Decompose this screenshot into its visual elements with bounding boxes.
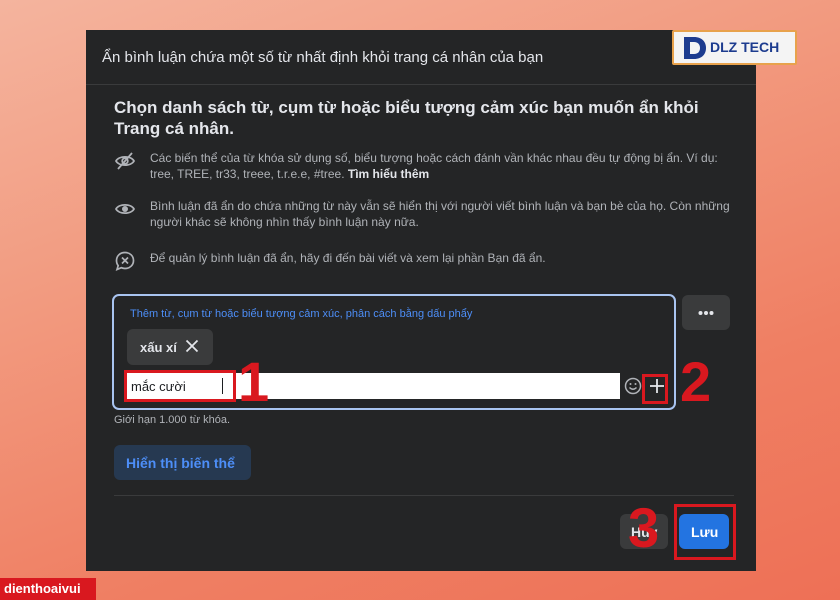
show-variants-button[interactable]: Hiển thị biến thể [114,445,251,480]
emoji-icon[interactable] [624,377,642,395]
dialog-heading: Chọn danh sách từ, cụm từ hoặc biểu tượn… [114,98,699,138]
info-text-variants: Các biến thể của từ khóa sử dụng số, biể… [150,151,718,181]
info-text-visibility: Bình luận đã ẩn do chứa những từ này vẫn… [150,199,730,229]
keyword-chip: xấu xí [127,329,213,365]
step-number-3: 3 [628,496,660,559]
watermark-text: dienthoaivui [4,581,81,596]
learn-more-link[interactable]: Tìm hiểu thêm [348,167,429,181]
eye-icon [114,203,136,215]
close-icon[interactable] [185,339,199,353]
eye-slash-icon [114,152,136,170]
watermark: dienthoaivui [0,578,96,600]
keyword-chip-label: xấu xí [140,340,177,355]
dlz-tech-logo: DLZ TECH [672,30,797,65]
show-variants-label: Hiển thị biến thể [126,455,235,471]
dialog-header: Ẩn bình luận chứa một số từ nhất định kh… [86,30,756,85]
step-number-2: 2 [680,350,712,413]
dialog-title: Ẩn bình luận chứa một số từ nhất định kh… [102,49,544,66]
highlight-input [124,370,236,402]
more-options-button[interactable] [682,295,730,330]
info-text-manage: Để quản lý bình luận đã ẩn, hãy đi đến b… [150,251,546,265]
chat-x-icon [115,251,135,271]
logo-text: DLZ TECH [710,39,780,55]
highlight-add [642,374,668,404]
info-row-variants: Các biến thể của từ khóa sử dụng số, biể… [114,150,734,190]
hide-comments-dialog: Ẩn bình luận chứa một số từ nhất định kh… [86,30,756,571]
step-number-1: 1 [238,350,270,413]
more-dots-icon [698,311,714,315]
logo-mark-icon [684,37,706,59]
keyword-box-label: Thêm từ, cụm từ hoặc biểu tượng cảm xúc,… [130,308,473,320]
info-row-visibility: Bình luận đã ẩn do chứa những từ này vẫn… [114,198,734,238]
keyword-limit-text: Giới hạn 1.000 từ khóa. [114,414,231,426]
info-row-manage: Để quản lý bình luận đã ẩn, hãy đi đến b… [114,250,734,290]
highlight-save [674,504,736,560]
